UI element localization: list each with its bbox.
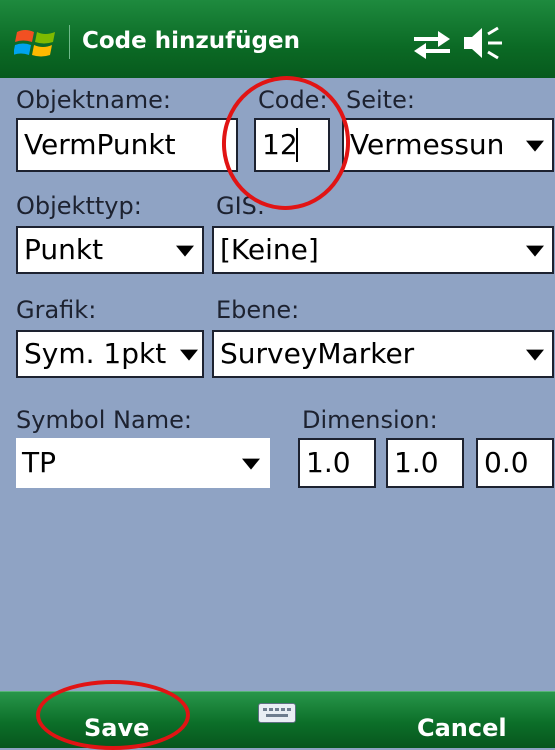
objekttyp-label: Objekttyp: bbox=[16, 192, 142, 220]
sync-arrows-icon[interactable] bbox=[410, 25, 454, 61]
cancel-button[interactable]: Cancel bbox=[417, 714, 507, 742]
chevron-down-icon bbox=[526, 140, 544, 152]
grafik-label: Grafik: bbox=[16, 296, 97, 324]
symbol-name-dropdown[interactable]: TP bbox=[16, 438, 270, 488]
code-value: 12 bbox=[262, 128, 298, 161]
objekttyp-value: Punkt bbox=[24, 233, 104, 266]
gis-value: [Keine] bbox=[220, 233, 319, 266]
grafik-dropdown[interactable]: Sym. 1pkt bbox=[16, 330, 204, 378]
windows-logo-icon[interactable] bbox=[14, 23, 58, 63]
ebene-label: Ebene: bbox=[216, 296, 300, 324]
dimension-z-input[interactable]: 0.0 bbox=[476, 438, 554, 488]
dimension-label: Dimension: bbox=[302, 406, 438, 434]
dimension-z-value: 0.0 bbox=[484, 446, 529, 479]
code-input[interactable]: 12 bbox=[254, 118, 330, 172]
dimension-y-value: 1.0 bbox=[394, 446, 439, 479]
chevron-down-icon bbox=[180, 349, 198, 361]
chevron-down-icon bbox=[526, 245, 544, 257]
ebene-value: SurveyMarker bbox=[220, 337, 415, 370]
save-button[interactable]: Save bbox=[84, 714, 149, 742]
keyboard-icon[interactable] bbox=[258, 703, 296, 723]
objektname-input[interactable]: VermPunkt bbox=[16, 118, 238, 172]
gis-dropdown[interactable]: [Keine] bbox=[212, 226, 554, 274]
softkey-bar: Save Cancel bbox=[0, 691, 555, 748]
chevron-down-icon bbox=[176, 245, 194, 257]
dimension-y-input[interactable]: 1.0 bbox=[386, 438, 464, 488]
window-title: Code hinzufügen bbox=[82, 28, 300, 54]
seite-value: Vermessun bbox=[350, 128, 505, 161]
symbol-name-value: TP bbox=[22, 446, 56, 479]
seite-dropdown[interactable]: Vermessun bbox=[342, 118, 554, 172]
chevron-down-icon bbox=[526, 349, 544, 361]
title-separator bbox=[69, 25, 70, 59]
code-label: Code: bbox=[258, 86, 328, 114]
ebene-dropdown[interactable]: SurveyMarker bbox=[212, 330, 554, 378]
objektname-label: Objektname: bbox=[16, 86, 172, 114]
chevron-down-icon bbox=[242, 458, 260, 470]
speaker-muted-icon[interactable] bbox=[462, 24, 504, 62]
code-form: Objektname: Code: Seite: VermPunkt 12 Ve… bbox=[0, 78, 555, 691]
text-caret bbox=[296, 128, 298, 162]
title-bar: Code hinzufügen bbox=[0, 0, 555, 78]
grafik-value: Sym. 1pkt bbox=[24, 337, 167, 370]
gis-label: GIS: bbox=[216, 192, 265, 220]
seite-label: Seite: bbox=[346, 86, 415, 114]
objektname-value: VermPunkt bbox=[24, 128, 176, 161]
symbol-name-label: Symbol Name: bbox=[16, 406, 192, 434]
dimension-x-input[interactable]: 1.0 bbox=[298, 438, 376, 488]
dimension-x-value: 1.0 bbox=[306, 446, 351, 479]
objekttyp-dropdown[interactable]: Punkt bbox=[16, 226, 204, 274]
